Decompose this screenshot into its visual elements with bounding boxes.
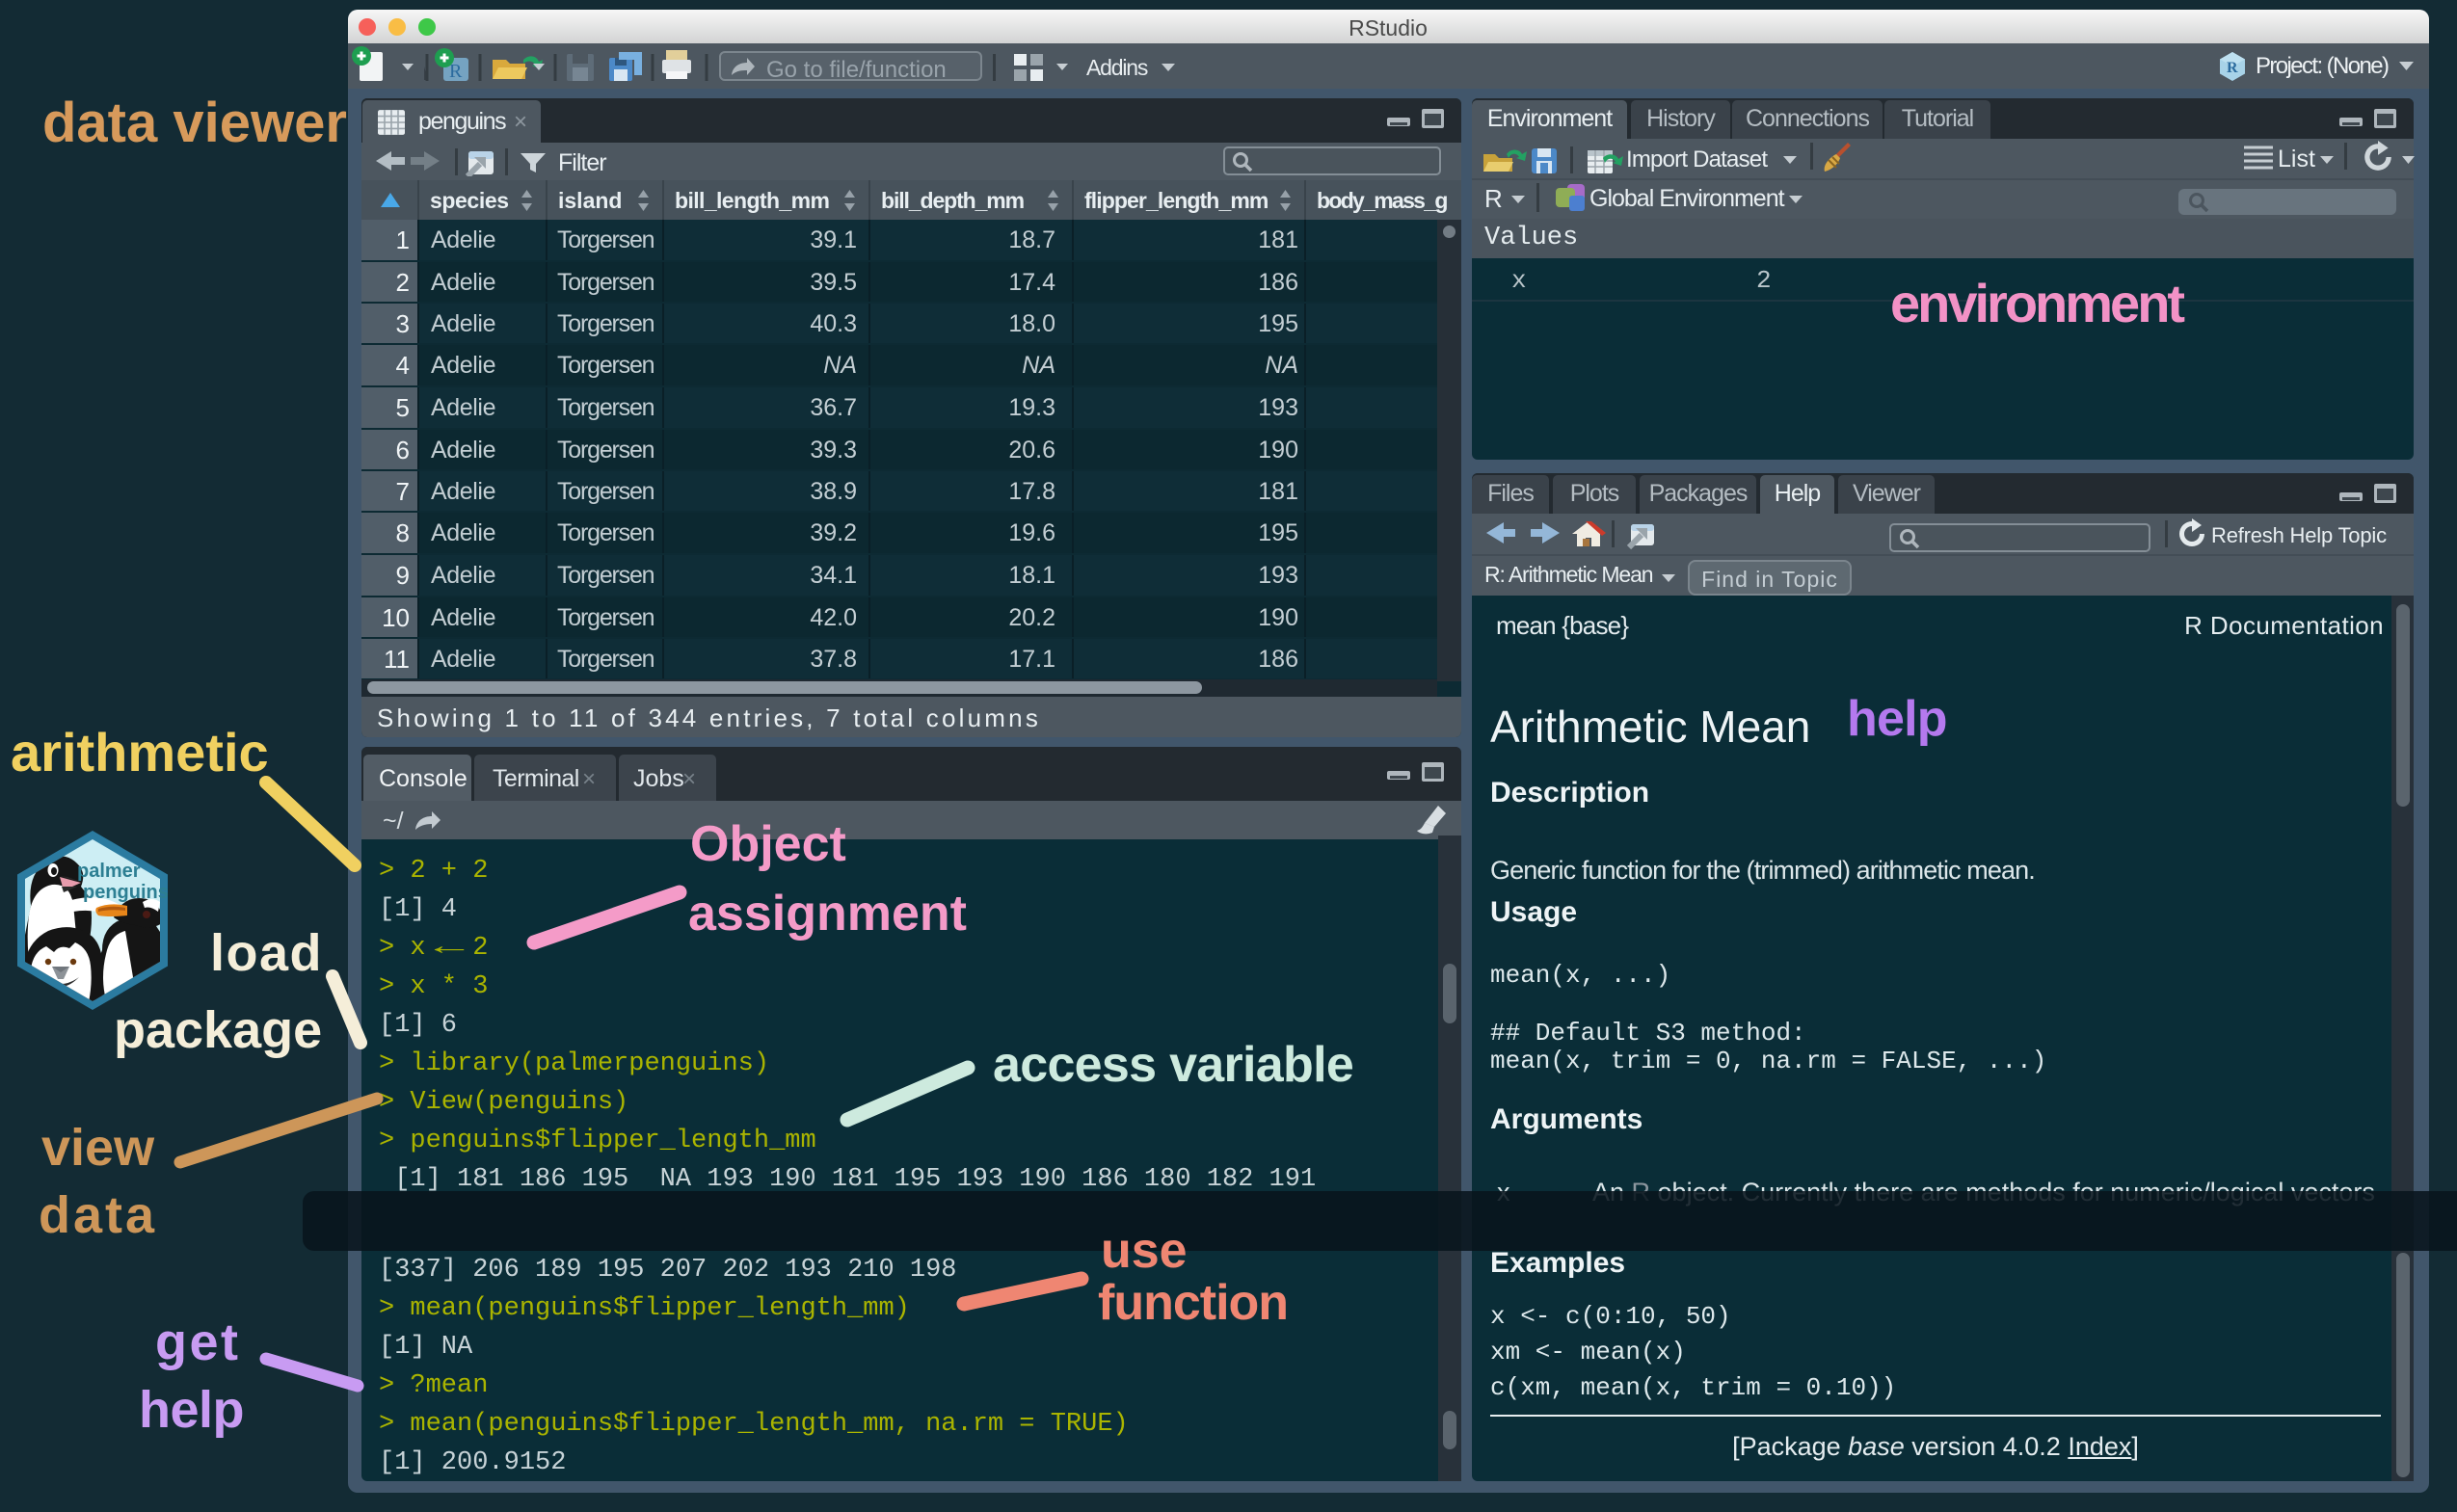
svg-text:palmer: palmer: [77, 861, 141, 882]
svg-text:penguins: penguins: [83, 882, 169, 903]
